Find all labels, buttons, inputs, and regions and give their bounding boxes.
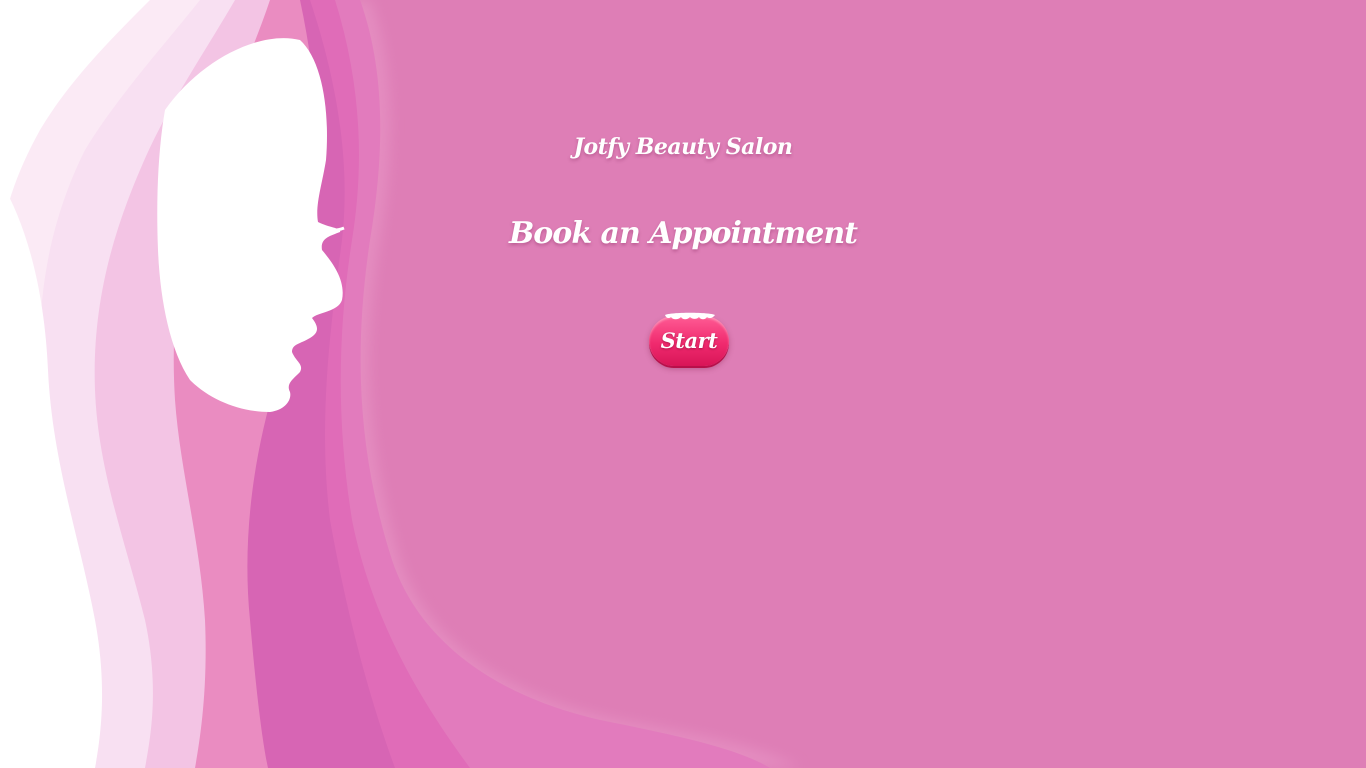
woman-silhouette-illustration	[0, 0, 800, 768]
start-button[interactable]: Start	[649, 312, 729, 366]
start-screen: Jotfy Beauty Salon Book an Appointment S…	[0, 0, 1366, 768]
page-heading: Book an Appointment	[508, 216, 858, 251]
salon-name: Jotfy Beauty Salon	[573, 134, 793, 160]
start-button-label: Start	[660, 328, 718, 353]
